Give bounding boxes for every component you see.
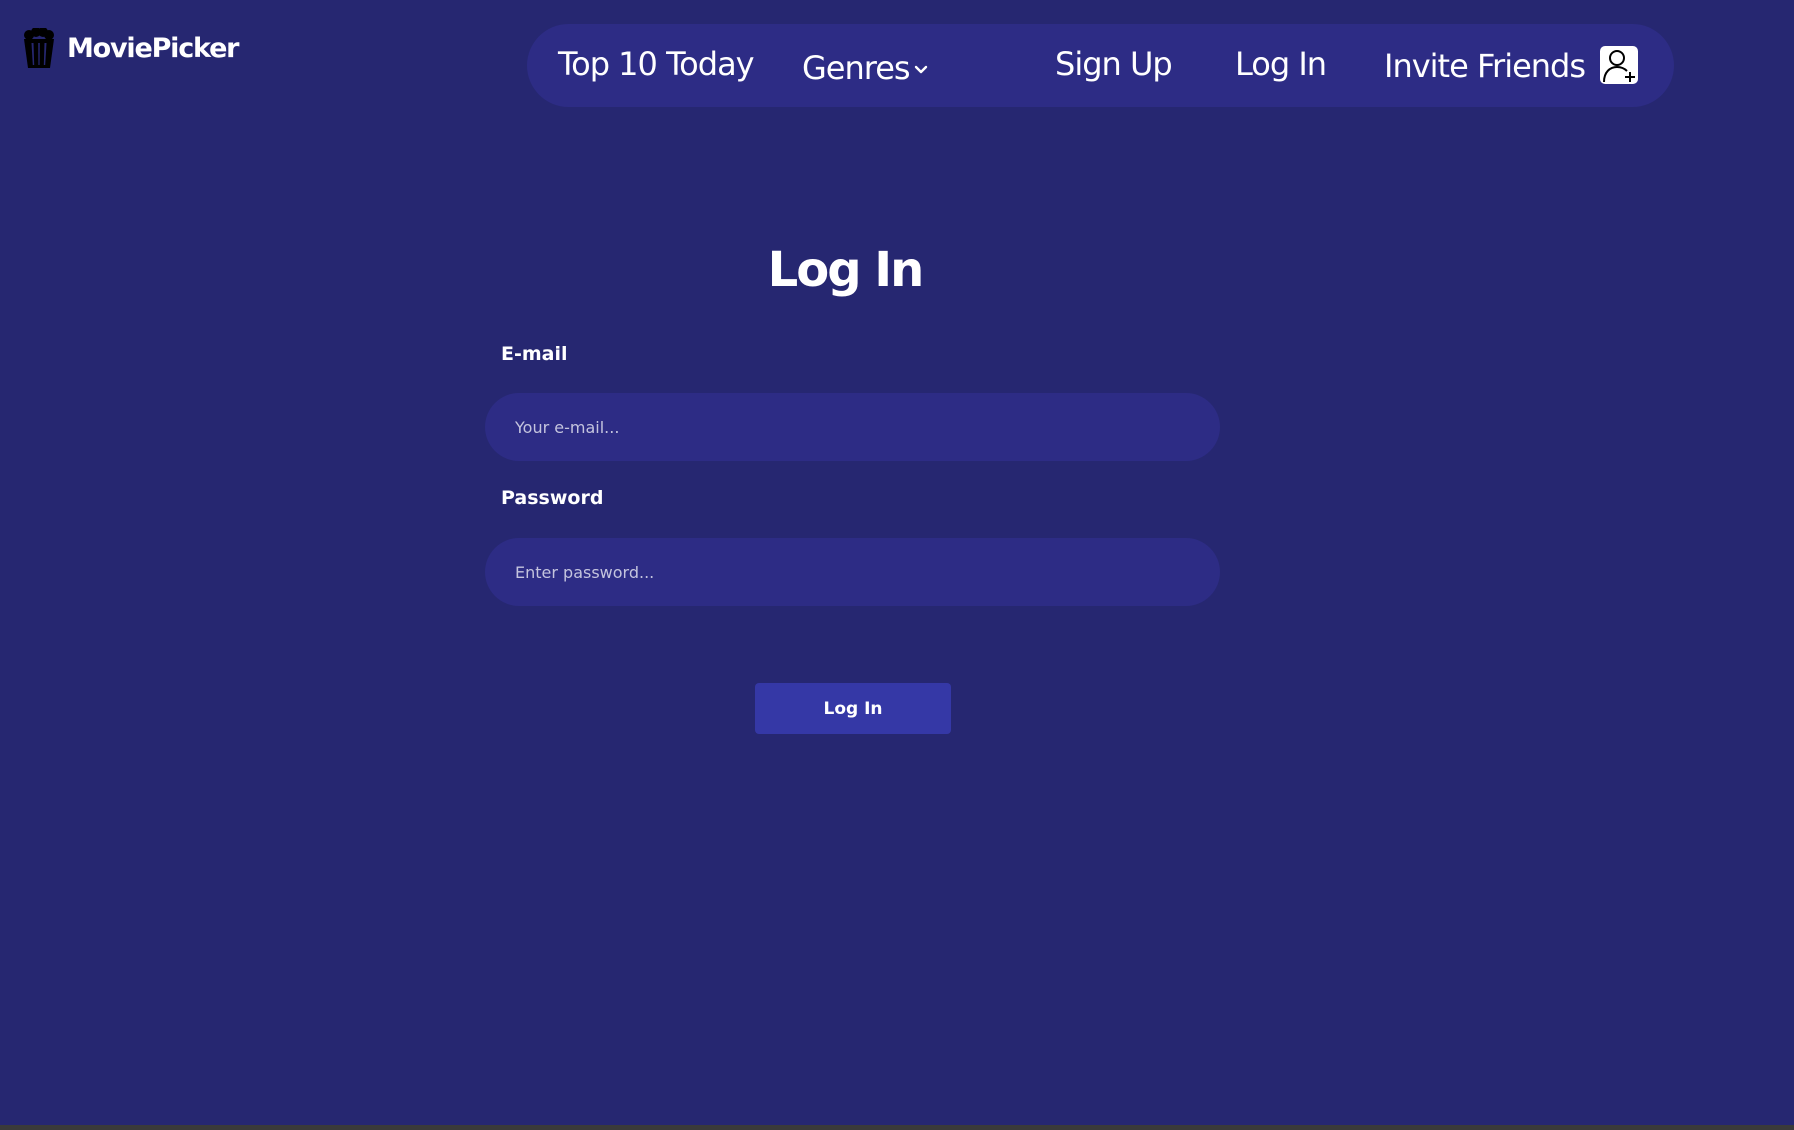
- nav-genres-dropdown[interactable]: Genres: [802, 52, 928, 84]
- password-label: Password: [501, 487, 604, 509]
- nav-invite-friends-label: Invite Friends: [1384, 47, 1586, 85]
- nav-log-in[interactable]: Log In: [1235, 48, 1327, 80]
- password-field[interactable]: [485, 538, 1220, 606]
- nav-genres-label: Genres: [802, 49, 911, 87]
- popcorn-icon: [24, 28, 54, 68]
- email-field[interactable]: [485, 393, 1220, 461]
- brand-logo[interactable]: MoviePicker: [22, 28, 239, 68]
- chevron-down-icon: [914, 65, 927, 74]
- nav-invite-friends[interactable]: Invite Friends: [1384, 46, 1639, 85]
- brand-name: MoviePicker: [67, 32, 239, 64]
- email-label: E-mail: [501, 343, 568, 365]
- nav-sign-up[interactable]: Sign Up: [1055, 48, 1173, 80]
- add-user-icon: [1600, 46, 1639, 84]
- nav-top-10-today[interactable]: Top 10 Today: [558, 48, 755, 80]
- main-nav: Top 10 Today Genres Sign Up Log In Invit…: [527, 24, 1674, 107]
- app-root: MoviePicker Top 10 Today Genres Sign Up …: [0, 0, 1794, 1125]
- log-in-button[interactable]: Log In: [755, 683, 951, 734]
- page-title: Log In: [767, 242, 925, 298]
